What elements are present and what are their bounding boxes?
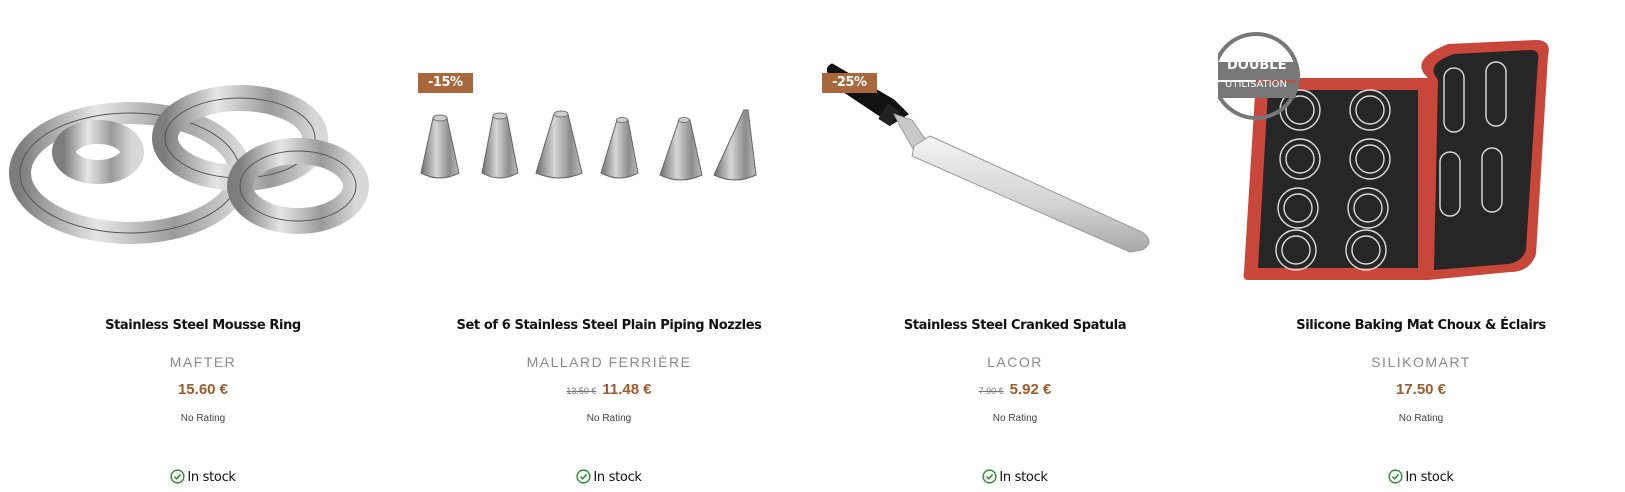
discount-badge: -25% xyxy=(822,73,877,93)
product-brand[interactable]: MAFTER xyxy=(0,354,406,370)
stock-status: In stock xyxy=(0,469,406,488)
product-card[interactable]: -15% Set of 6 Stainless Steel Plain Pipi… xyxy=(406,0,812,492)
product-card[interactable]: Stainless Steel Mousse Ring MAFTER 15.60… xyxy=(0,0,406,492)
product-price: 15.60 € xyxy=(0,381,406,398)
product-price: 17.50 € xyxy=(1218,381,1624,398)
old-price: 7.90 € xyxy=(978,386,1004,396)
check-circle-icon xyxy=(982,469,997,488)
current-price: 11.48 € xyxy=(602,381,652,398)
utilisation-label: UTILISATION xyxy=(1225,79,1287,90)
double-label: DOUBLE xyxy=(1227,58,1287,73)
product-rating: No Rating xyxy=(992,413,1038,424)
current-price: 17.50 € xyxy=(1395,381,1447,398)
product-price: 13.50 € 11.48 € xyxy=(406,381,812,398)
piping-nozzles-image[interactable]: -15% xyxy=(406,28,812,298)
stock-label: In stock xyxy=(1405,470,1454,485)
product-brand[interactable]: LACOR xyxy=(812,354,1218,370)
discount-badge: -15% xyxy=(418,73,473,93)
product-price: 7.90 € 5.92 € xyxy=(812,381,1218,398)
product-title[interactable]: Stainless Steel Mousse Ring xyxy=(0,318,406,333)
baking-mat-image[interactable]: DOUBLE UTILISATION xyxy=(1218,28,1624,298)
old-price: 13.50 € xyxy=(566,386,597,396)
product-card[interactable]: -25% Stainless Steel Cranked Spatula LAC… xyxy=(812,0,1218,492)
check-circle-icon xyxy=(576,469,591,488)
product-title[interactable]: Silicone Baking Mat Choux & Éclairs xyxy=(1218,318,1624,333)
stock-status: In stock xyxy=(406,469,812,488)
product-card[interactable]: DOUBLE UTILISATION Silicone Baking Mat C… xyxy=(1218,0,1624,492)
product-rating: No Rating xyxy=(586,413,632,424)
stock-label: In stock xyxy=(593,470,642,485)
mousse-rings-image[interactable] xyxy=(0,28,406,298)
product-grid: Stainless Steel Mousse Ring MAFTER 15.60… xyxy=(0,0,1625,492)
product-rating: No Rating xyxy=(180,413,226,424)
stock-label: In stock xyxy=(999,470,1048,485)
current-price: 15.60 € xyxy=(177,381,229,398)
product-title[interactable]: Stainless Steel Cranked Spatula xyxy=(812,318,1218,333)
stock-label: In stock xyxy=(187,470,236,485)
check-circle-icon xyxy=(170,469,185,488)
spatula-image[interactable]: -25% xyxy=(812,28,1218,298)
stock-status: In stock xyxy=(1218,469,1624,488)
check-circle-icon xyxy=(1388,469,1403,488)
current-price: 5.92 € xyxy=(1009,381,1052,398)
stock-status: In stock xyxy=(812,469,1218,488)
product-rating: No Rating xyxy=(1398,413,1444,424)
product-brand[interactable]: MALLARD FERRIÈRE xyxy=(406,354,812,370)
product-title[interactable]: Set of 6 Stainless Steel Plain Piping No… xyxy=(406,318,812,333)
product-brand[interactable]: SILIKOMART xyxy=(1218,354,1624,370)
